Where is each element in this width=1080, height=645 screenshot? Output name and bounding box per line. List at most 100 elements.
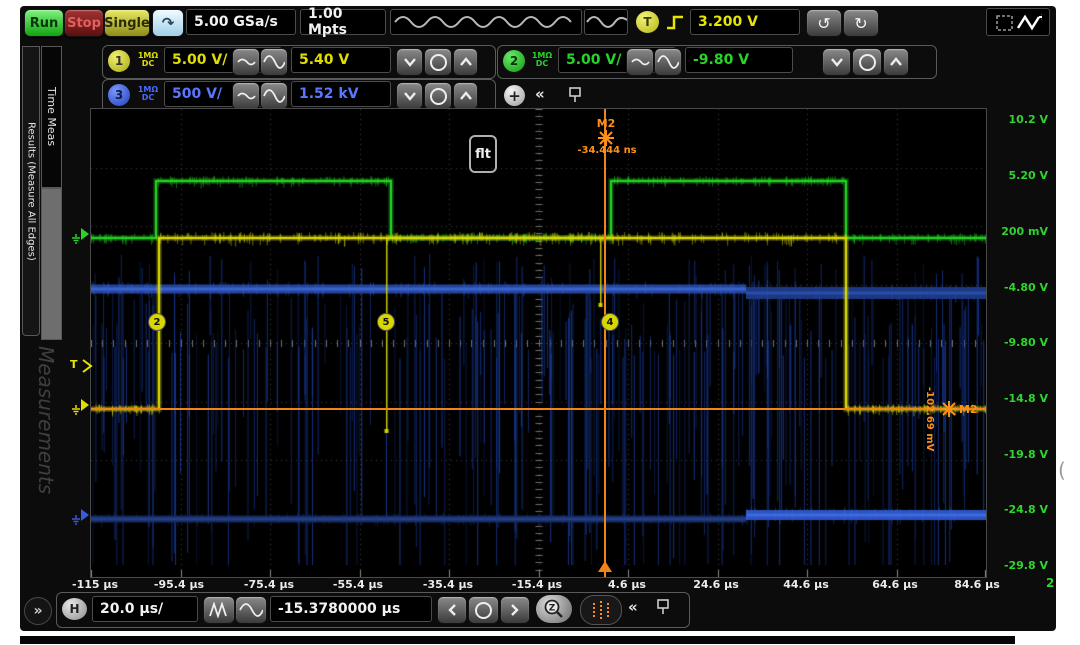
channel1-scale-large-button[interactable] — [260, 48, 288, 76]
timebase-position-display[interactable]: -15.3780000 µs — [270, 596, 432, 622]
narrow-wave-icon — [208, 602, 230, 618]
circle-icon — [430, 54, 447, 71]
channel2-badge[interactable]: 2 — [503, 50, 525, 72]
scope-display-area[interactable]: M2 -34.444 ns M2 -102.69 mV flt 2 5 4 — [90, 108, 987, 578]
flt-badge[interactable]: flt — [469, 135, 497, 173]
side-panel-handle[interactable]: ( — [1058, 458, 1066, 482]
marker-m2-voltage-value: -102.69 mV — [924, 387, 935, 477]
undo-button[interactable]: ↺ — [806, 9, 842, 37]
position-right-button[interactable] — [500, 596, 530, 624]
marker-m2-right-label: M2 — [959, 403, 978, 416]
collapse-bottom-bar-button[interactable]: « — [628, 598, 638, 616]
timebase-scale-display[interactable]: 20.0 µs/ — [92, 596, 198, 622]
channel1-offset-up-button[interactable] — [453, 48, 478, 76]
taxis-label: -55.4 µs — [313, 578, 403, 591]
channel2-offset-up-button[interactable] — [883, 48, 909, 76]
channel3-ground-marker[interactable] — [72, 507, 90, 525]
navigate-button[interactable] — [580, 595, 622, 625]
channel3-offset-up-button[interactable] — [453, 82, 478, 110]
channel2-offset-zero-button[interactable] — [852, 48, 882, 76]
waveform-display[interactable] — [91, 109, 986, 577]
vaxis-label: -14.8 V — [993, 392, 1048, 405]
trigger-level-display[interactable]: 3.200 V — [690, 9, 800, 35]
oscilloscope-window: Run Stop Single ↷ 5.00 GSa/s 1.00 Mpts T… — [20, 6, 1056, 631]
taxis-label: -75.4 µs — [224, 578, 314, 591]
channel1-ground-marker[interactable] — [72, 397, 90, 415]
channel3-coupling[interactable]: 1MΩ DC — [134, 86, 162, 102]
timebase-zoom-out-button[interactable] — [203, 596, 235, 624]
single-button[interactable]: Single — [104, 9, 150, 37]
circle-icon — [475, 602, 492, 619]
edge-marker-5: 5 — [377, 313, 395, 331]
measurements-watermark: Measurements — [34, 346, 58, 576]
waveform-preview-icon-small — [585, 10, 627, 34]
trigger-edge-icon[interactable] — [664, 11, 687, 37]
acquisition-preview-right[interactable] — [584, 9, 628, 35]
channel2-scale-large-button[interactable] — [654, 48, 682, 76]
pin-bottom-bar-button[interactable] — [654, 597, 672, 621]
timebase-zoom-in-button[interactable] — [235, 596, 267, 624]
trigger-source-badge[interactable]: T — [636, 11, 659, 33]
large-wave-icon — [263, 53, 285, 71]
marker-m2-hline[interactable] — [91, 408, 986, 410]
position-zero-button[interactable] — [468, 596, 499, 624]
large-wave-icon — [263, 87, 285, 105]
results-panel-tab[interactable]: Results (Measure All Edges) — [22, 46, 40, 336]
channel1-offset-display[interactable]: 5.40 V — [291, 47, 391, 73]
pin-icon — [654, 597, 672, 617]
channel3-scale-small-button[interactable] — [232, 82, 260, 110]
channel3-offset-display[interactable]: 1.52 kV — [291, 81, 391, 107]
channel2-offset-down-button[interactable] — [822, 48, 851, 76]
chevron-right-icon — [510, 603, 520, 617]
channel3-offset-down-button[interactable] — [396, 82, 423, 110]
pin-channel-bar-button[interactable] — [566, 85, 584, 109]
channel3-badge[interactable]: 3 — [108, 84, 130, 106]
navigate-dots-icon — [607, 603, 609, 617]
axis-channel-indicator: 2 — [1046, 576, 1054, 590]
navigate-dots-icon — [593, 603, 595, 617]
zone-touch-trigger-button[interactable] — [986, 8, 1050, 36]
run-button[interactable]: Run — [24, 9, 64, 37]
add-channel-button[interactable]: + — [504, 85, 525, 106]
zoom-magnifier-icon: Z — [543, 598, 565, 620]
taxis-label: 44.6 µs — [761, 578, 851, 591]
marker-m2-right-star-icon[interactable] — [939, 400, 959, 418]
time-meas-label: Time Meas — [45, 87, 58, 146]
sample-rate-display: 5.00 GSa/s — [186, 9, 296, 35]
touch-gesture-button[interactable]: ↷ — [152, 9, 184, 37]
marker-m2-vline[interactable] — [604, 109, 606, 577]
zone-trigger-icon — [994, 10, 1042, 34]
chevron-up-icon — [459, 57, 473, 67]
small-wave-icon — [236, 55, 256, 69]
taxis-label: 24.6 µs — [671, 578, 761, 591]
channel1-offset-zero-button[interactable] — [424, 48, 452, 76]
channel2-coupling[interactable]: 1MΩ DC — [528, 52, 556, 68]
channel3-scale-large-button[interactable] — [260, 82, 288, 110]
channel3-offset-zero-button[interactable] — [424, 82, 452, 110]
channel2-ground-marker[interactable] — [72, 226, 90, 244]
small-wave-icon — [236, 89, 256, 103]
tab-time-meas[interactable]: Time Meas — [41, 46, 62, 188]
redo-button[interactable]: ↻ — [843, 9, 879, 37]
expand-bottom-panel-button[interactable]: » — [24, 597, 52, 625]
vaxis-label: -19.8 V — [993, 448, 1048, 461]
marker-m2-bottom-triangle[interactable] — [598, 561, 612, 572]
collapse-channel-bar-button[interactable]: « — [535, 85, 545, 103]
channel1-coupling[interactable]: 1MΩ DC — [134, 52, 162, 68]
channel1-scale-small-button[interactable] — [232, 48, 260, 76]
taxis-label: 4.6 µs — [582, 578, 672, 591]
vaxis-label: -4.80 V — [993, 281, 1048, 294]
channel1-badge[interactable]: 1 — [108, 50, 130, 72]
trigger-level-marker[interactable] — [80, 358, 94, 374]
channel1-offset-down-button[interactable] — [396, 48, 423, 76]
zoom-mode-button[interactable]: Z — [536, 595, 572, 623]
taxis-label: -35.4 µs — [403, 578, 493, 591]
channel2-offset-display[interactable]: -9.80 V — [685, 47, 793, 73]
acquisition-preview[interactable] — [390, 9, 582, 35]
position-left-button[interactable] — [437, 596, 467, 624]
tab-vertical-meas[interactable] — [41, 188, 62, 340]
stop-button[interactable]: Stop — [64, 9, 104, 37]
horizontal-badge[interactable]: H — [62, 598, 87, 620]
vaxis-label: 200 mV — [993, 225, 1048, 238]
channel2-scale-small-button[interactable] — [626, 48, 654, 76]
